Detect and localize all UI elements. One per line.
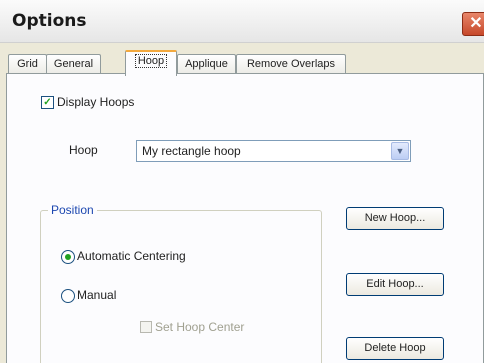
display-hoops-checkbox[interactable]: ✓ [41, 96, 54, 109]
tab-hoop-label: Hoop [134, 54, 168, 68]
tab-applique[interactable]: Applique [177, 54, 236, 74]
automatic-centering-label: Automatic Centering [77, 249, 186, 263]
tab-strip: Grid General Hoop Applique Remove Overla… [0, 50, 484, 76]
hoop-select[interactable]: My rectangle hoop ▼ [136, 140, 411, 162]
tab-grid[interactable]: Grid [8, 54, 47, 74]
tab-hoop[interactable]: Hoop [125, 50, 177, 76]
set-hoop-center-label: Set Hoop Center [155, 320, 245, 334]
manual-label: Manual [77, 288, 117, 302]
delete-hoop-button[interactable]: Delete Hoop [346, 337, 444, 360]
dialog-title: Options [12, 11, 87, 31]
automatic-centering-radio[interactable] [61, 250, 75, 264]
tab-remove-overlaps[interactable]: Remove Overlaps [236, 54, 346, 74]
title-bar[interactable]: Options ✕ [0, 0, 484, 43]
display-hoops-label: Display Hoops [57, 95, 135, 109]
options-dialog: Options ✕ Grid General Hoop Applique Rem… [0, 0, 484, 363]
edit-hoop-button[interactable]: Edit Hoop... [346, 273, 444, 296]
position-groupbox [40, 210, 322, 363]
tab-general[interactable]: General [46, 54, 101, 74]
position-group-title: Position [48, 203, 97, 217]
hoop-select-value: My rectangle hoop [142, 144, 241, 158]
chevron-down-icon[interactable]: ▼ [391, 142, 409, 160]
manual-radio[interactable] [61, 289, 75, 303]
new-hoop-button[interactable]: New Hoop... [346, 207, 444, 230]
hoop-label: Hoop [69, 143, 98, 157]
close-button[interactable]: ✕ [462, 12, 484, 36]
set-hoop-center-checkbox [140, 321, 152, 333]
